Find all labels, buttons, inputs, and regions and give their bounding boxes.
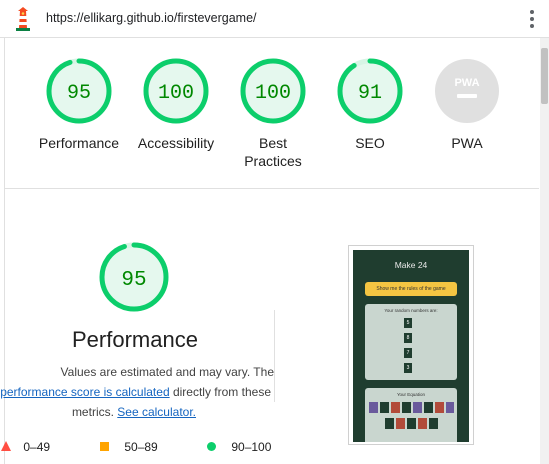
number-tile: 5 (404, 318, 412, 328)
gauge-label: PWA (451, 135, 483, 151)
number-tile: 8 (404, 333, 412, 343)
page-url[interactable]: https://ellikarg.github.io/firstevergame… (46, 11, 257, 25)
number-tile: 7 (404, 348, 412, 358)
desc-line-1: Values are estimated and may vary. The (60, 365, 274, 379)
equation-tile (385, 418, 394, 429)
fail-triangle-icon (1, 441, 11, 451)
gauge-seo[interactable]: 91 SEO (325, 56, 415, 152)
legend-average-label: 50–89 (124, 440, 158, 454)
gauge-label: Best Practices (244, 135, 302, 169)
equation-tile (446, 402, 454, 413)
legend-average: 50–89 (100, 440, 158, 454)
gauge-score: 91 (358, 82, 382, 105)
pass-circle-icon (207, 442, 216, 451)
gauge-label: Accessibility (137, 135, 215, 151)
equation-tile (402, 402, 411, 413)
desc-line-3-text: metrics. (71, 405, 118, 419)
gauge-accessibility[interactable]: 100 Accessibility (131, 56, 221, 152)
desc-line-3: metrics. See calculator. (0, 402, 196, 422)
performance-description: Values are estimated and may vary. The p… (0, 362, 274, 422)
gauge-score: 100 (158, 82, 194, 105)
screenshot-numbers-caption: Your random numbers are: (384, 308, 438, 313)
kebab-menu-icon[interactable] (527, 10, 537, 30)
gauge-label: Performance (38, 135, 120, 151)
gauge-performance[interactable]: 95 Performance (34, 56, 124, 152)
gauge-label: SEO (355, 135, 385, 151)
equation-tile (435, 402, 444, 413)
scrollbar[interactable] (540, 38, 549, 464)
gauge-score: 95 (67, 82, 91, 105)
equation-tile (391, 402, 400, 413)
equation-tile (413, 402, 422, 413)
screenshot-page: Make 24 Show me the rules of the game Yo… (353, 250, 469, 442)
gauge-best-practices[interactable]: 100 Best Practices (228, 56, 318, 170)
gauge-ring: 91 (337, 58, 403, 124)
equation-tile (424, 402, 433, 413)
gauge-score: 100 (255, 82, 291, 105)
lighthouse-icon (16, 7, 30, 31)
legend-fail-label: 0–49 (23, 440, 51, 454)
screenshot-equation-card: Your Equation (365, 388, 457, 442)
equation-tile (429, 418, 438, 429)
average-square-icon (100, 442, 109, 451)
desc-line-2-rest: directly from these (169, 385, 271, 399)
desc-line-2: performance score is calculated directly… (0, 382, 271, 402)
score-gauges: 95 Performance 100 Accessibility 100 Bes… (0, 38, 540, 188)
gauge-ring: 95 (46, 58, 112, 124)
screenshot-numbers-card: Your random numbers are: 5 8 7 3 (365, 304, 457, 380)
browser-toolbar: https://ellikarg.github.io/firstevergame… (0, 0, 549, 38)
performance-score: 95 (121, 269, 146, 292)
performance-gauge: 95 (99, 242, 169, 312)
screenshot-title: Make 24 (394, 260, 428, 270)
final-screenshot[interactable]: Make 24 Show me the rules of the game Yo… (348, 245, 474, 445)
score-calculated-link[interactable]: performance score is calculated (0, 385, 169, 399)
scrollbar-thumb[interactable] (541, 48, 548, 104)
gauge-pwa[interactable]: PWA PWA (422, 56, 512, 152)
legend-fail: 0–49 (0, 440, 50, 454)
equation-tile (407, 418, 416, 429)
pwa-badge-icon: PWA (435, 59, 499, 123)
gauge-ring: 100 (240, 58, 306, 124)
performance-title: Performance (72, 327, 198, 352)
equation-tile (396, 418, 405, 429)
number-tile: 3 (404, 363, 412, 373)
gauge-ring: 100 (143, 58, 209, 124)
equation-tile (369, 402, 378, 413)
pwa-badge-text: PWA (454, 77, 479, 89)
see-calculator-link[interactable]: See calculator. (117, 405, 196, 419)
screenshot-equation-caption: Your Equation (396, 392, 426, 397)
legend-pass: 90–100 (207, 440, 271, 454)
screenshot-rules-button: Show me the rules of the game (365, 282, 457, 296)
equation-tile (418, 418, 427, 429)
equation-tile (380, 402, 389, 413)
section-divider (5, 188, 539, 189)
legend-pass-label: 90–100 (231, 440, 272, 454)
vertical-divider (274, 310, 275, 402)
